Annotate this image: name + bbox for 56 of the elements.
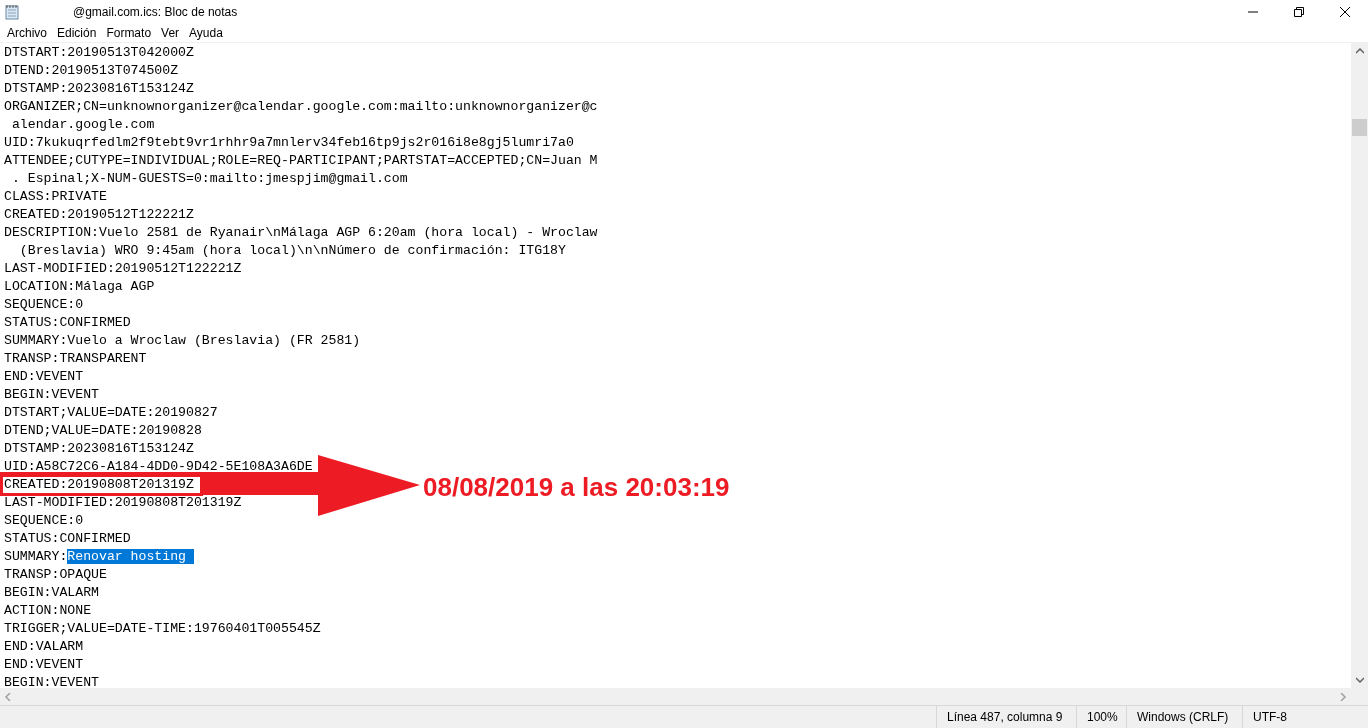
horizontal-scrollbar[interactable] — [0, 688, 1351, 705]
menu-item[interactable]: Formato — [101, 24, 157, 42]
scrollbar-thumb[interactable] — [1352, 119, 1367, 136]
code-line: BEGIN:VEVENT — [4, 387, 99, 402]
code-line: DTEND;VALUE=DATE:20190828 — [4, 423, 202, 438]
notepad-icon — [5, 4, 19, 20]
menu-item[interactable]: Ayuda — [184, 24, 228, 42]
code-line: DTSTAMP:20230816T153124Z — [4, 441, 194, 456]
code-line: alendar.google.com — [10, 117, 155, 132]
code-line: CREATED:20190512T122221Z — [4, 207, 194, 222]
code-line: SUMMARY:Renovar hosting — [4, 549, 194, 564]
scroll-left-icon[interactable] — [4, 692, 12, 701]
code-line: TRIGGER;VALUE=DATE-TIME:19760401T005545Z — [4, 621, 321, 636]
code-line: DESCRIPTION:Vuelo 2581 de Ryanair\nMálaga AGP 6:20am (hora local) - Wroclaw — [4, 225, 598, 240]
code-line: ORGANIZER;CN=unknownorganizer@calendar.google.com:mailto:unknownorganizer@c — [4, 99, 598, 114]
code-line: DTEND:20190513T074500Z — [4, 63, 179, 78]
code-line: END:VALARM — [4, 639, 84, 654]
code-line: UID:A58C72C6-A184-4DD0-9D42-5E108A3A6DE — [4, 459, 313, 474]
code-line: END:VEVENT — [4, 657, 84, 672]
code-line: BEGIN:VEVENT — [4, 675, 99, 688]
status-item: 100% — [1076, 706, 1126, 728]
code-line: (Breslavia) WRO 9:45am (hora local)\n\nNúmero de confirmación: ITG18Y — [18, 243, 566, 258]
code-line: ACTION:NONE — [4, 603, 92, 618]
code-line: DTSTAMP:20230816T153124Z — [4, 81, 194, 96]
code-line: BEGIN:VALARM — [4, 585, 99, 600]
code-line: SUMMARY:Vuelo a Wroclaw (Breslavia) (FR 2581) — [4, 333, 361, 348]
status-item: UTF-8 — [1242, 706, 1368, 728]
menu-item[interactable]: Archivo — [2, 24, 52, 42]
code-line: LAST-MODIFIED:20190512T122221Z — [4, 261, 242, 276]
code-line: SEQUENCE:0 — [4, 513, 84, 528]
code-line: TRANSP:TRANSPARENT — [4, 351, 147, 366]
scroll-right-icon[interactable] — [1339, 692, 1347, 701]
code-line: CLASS:PRIVATE — [4, 189, 107, 204]
menu-item[interactable]: Ver — [156, 24, 185, 42]
code-line: END:VEVENT — [4, 369, 84, 384]
code-line: ATTENDEE;CUTYPE=INDIVIDUAL;ROLE=REQ-PARTICIPANT;PARTSTAT=ACCEPTED;CN=Juan M — [4, 153, 598, 168]
status-item: Windows (CRLF) — [1126, 706, 1242, 728]
vertical-scrollbar[interactable] — [1351, 43, 1368, 688]
code-line: . Espinal;X-NUM-GUESTS=0:mailto:jmespjim@gmail.com — [10, 171, 408, 186]
annotation-text: 08/08/2019 a las 20:03:19 — [423, 471, 730, 504]
code-line: LOCATION:Málaga AGP — [4, 279, 155, 294]
code-line: STATUS:CONFIRMED — [4, 531, 131, 546]
close-icon — [1340, 7, 1350, 17]
status-item: Línea 487, columna 9 — [936, 706, 1076, 728]
scroll-down-icon[interactable] — [1355, 677, 1364, 683]
code-line: STATUS:CONFIRMED — [4, 315, 131, 330]
code-line: SEQUENCE:0 — [4, 297, 84, 312]
code-line: TRANSP:OPAQUE — [4, 567, 107, 582]
menu-item[interactable]: Edición — [52, 24, 102, 42]
restore-icon — [1294, 7, 1304, 17]
code-line: LAST-MODIFIED:20190808T201319Z — [4, 495, 242, 510]
window-title: @gmail.com.ics: Bloc de notas — [73, 4, 238, 21]
code-line: DTSTART;VALUE=DATE:20190827 — [4, 405, 218, 420]
code-line: DTSTART:20190513T042000Z — [4, 45, 194, 60]
scroll-up-icon[interactable] — [1355, 48, 1364, 54]
code-line: UID:7kukuqrfedlm2f9tebt9vr1rhhr9a7mnlerv34feb16tp9js2r016i8e8gj5lumri7a0 — [4, 135, 574, 150]
